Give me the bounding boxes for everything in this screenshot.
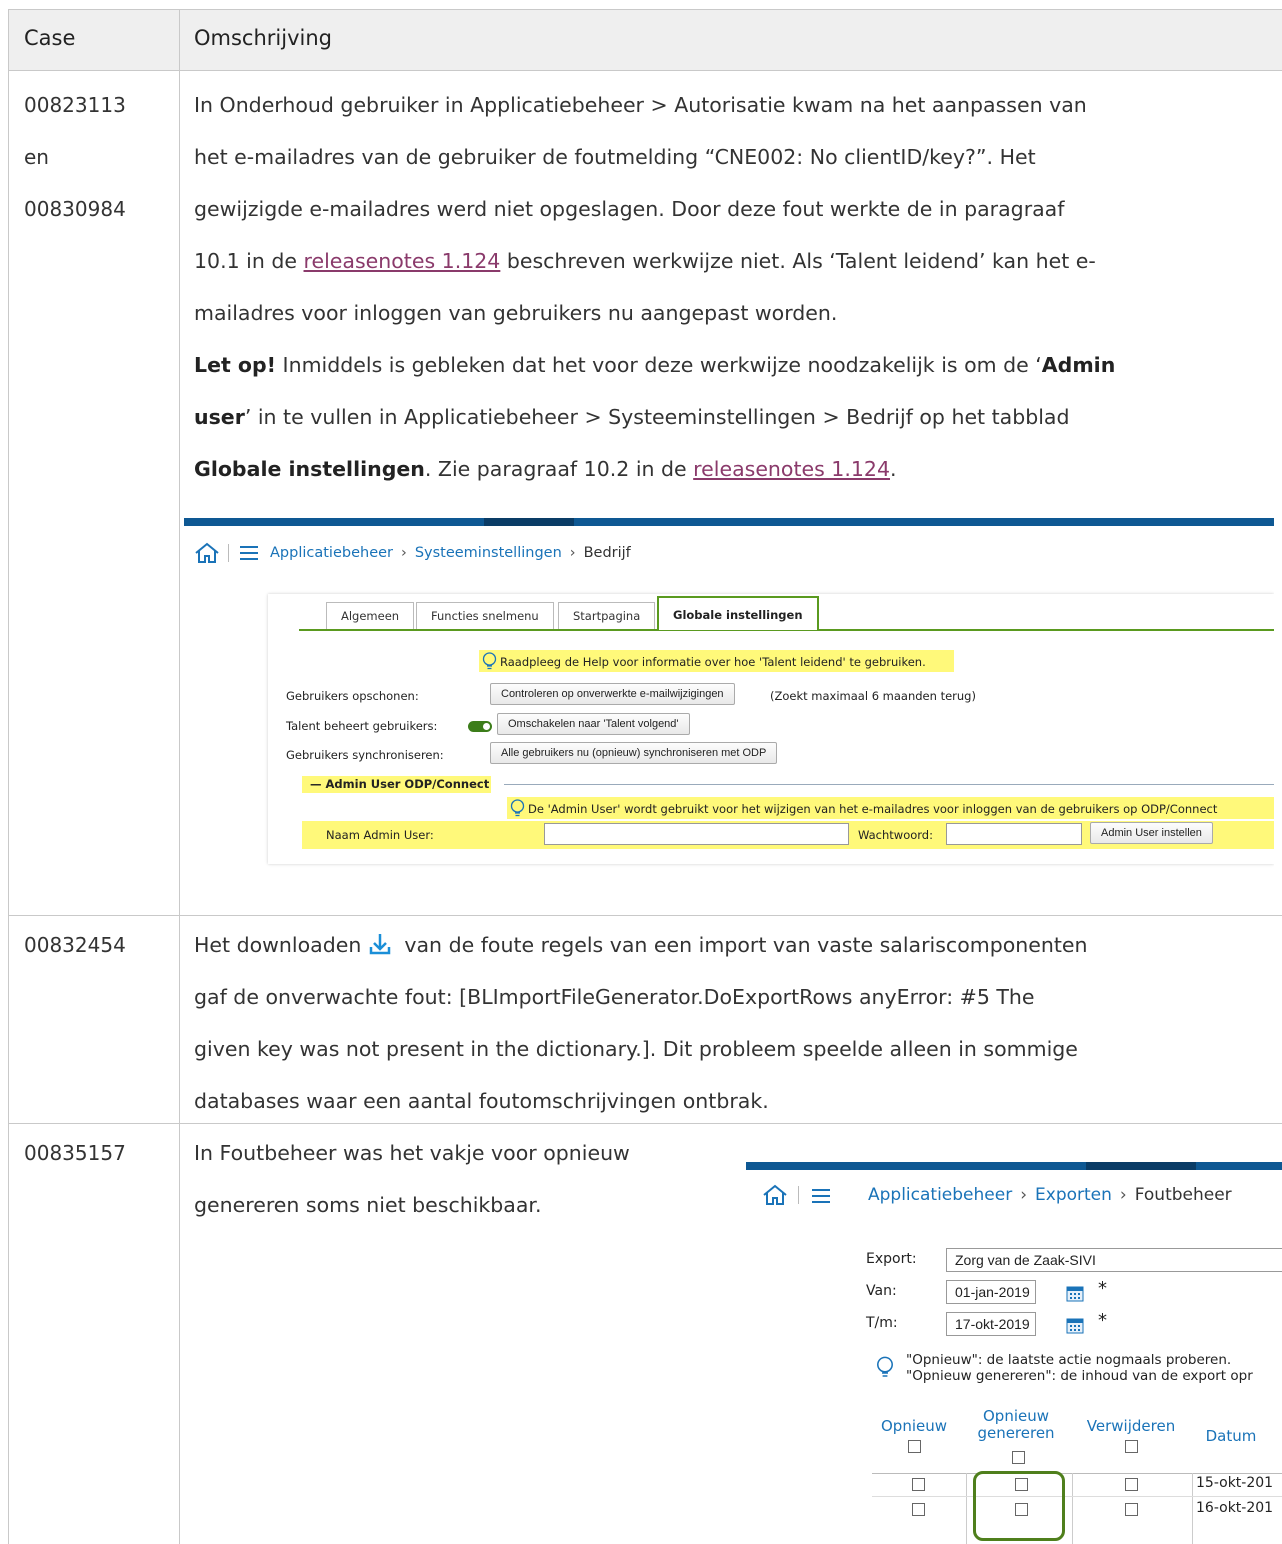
lightbulb-icon (877, 1356, 893, 1377)
lightbulb-icon (482, 652, 497, 670)
case-number: 00823113 en 00830984 (24, 93, 126, 221)
admin-user-set-button[interactable]: Admin User instellen (1090, 822, 1213, 844)
sync-label: Gebruikers synchroniseren: (286, 748, 444, 762)
screenshot-system-settings: Applicatiebeheer › Systeeminstellingen › Bed… (184, 518, 1274, 882)
from-date-input[interactable]: 01-jan-2019 (946, 1280, 1036, 1304)
case-number: 00832454 (24, 933, 126, 957)
breadcrumb-systeeminstellingen[interactable]: Systeeminstellingen (415, 545, 562, 561)
breadcrumb-foutbeheer: Foutbeheer (1134, 1185, 1232, 1205)
breadcrumb-applicatiebeheer[interactable]: Applicatiebeheer (270, 545, 393, 561)
section-rule (504, 784, 1274, 785)
home-icon[interactable] (762, 1184, 788, 1206)
col-divider (1072, 1473, 1073, 1544)
admin-name-input[interactable] (544, 823, 849, 845)
tab-algemeen[interactable]: Algemeen (326, 602, 415, 630)
tab-startpagina[interactable]: Startpagina (558, 602, 656, 630)
col-opnieuw-genereren[interactable]: Opnieuw genereren (966, 1408, 1066, 1442)
col-divider (1192, 1473, 1193, 1544)
verwijderen-checkbox[interactable] (1125, 1478, 1138, 1491)
talent-toggle[interactable] (468, 721, 492, 732)
releasenotes-link[interactable]: releasenotes 1.124 (693, 457, 890, 481)
breadcrumb-exporten[interactable]: Exporten (1035, 1185, 1112, 1205)
to-label: T/m: (866, 1315, 898, 1331)
section-title: — Admin User ODP/Connect (302, 776, 492, 793)
sync-users-button[interactable]: Alle gebruikers nu (opnieuw) synchronise… (490, 742, 778, 764)
verwijderen-checkbox[interactable] (1125, 1503, 1138, 1516)
row-divider (9, 915, 1282, 916)
column-divider (179, 10, 180, 1544)
required-marker: * (1098, 1278, 1107, 1299)
export-label: Export: (866, 1251, 917, 1267)
calendar-icon[interactable] (1066, 1284, 1084, 1302)
admin-name-label: Naam Admin User: (326, 828, 434, 842)
menu-icon[interactable] (240, 546, 258, 560)
row-rule (872, 1496, 1282, 1497)
admin-help-text: De 'Admin User' wordt gebruikt voor het … (528, 802, 1218, 816)
breadcrumb-bedrijf: Bedrijf (583, 545, 631, 561)
hint-line-2: "Opnieuw genereren": de inhoud van de ex… (906, 1368, 1253, 1384)
download-icon (369, 934, 391, 955)
breadcrumb-applicatiebeheer[interactable]: Applicatiebeheer (868, 1185, 1012, 1205)
separator (228, 544, 229, 562)
select-all-verwijderen-checkbox[interactable] (1125, 1440, 1138, 1453)
header-description: Omschrijving (194, 26, 332, 50)
screenshot-error-management: Applicatiebeheer › Exporten › Foutbeheer Exp… (746, 1162, 1282, 1544)
separator (798, 1186, 799, 1204)
top-bar (184, 518, 1274, 526)
case-number: 00835157 (24, 1141, 126, 1165)
case-description: In Onderhoud gebruiker in Applicatiebehe… (194, 93, 1116, 481)
check-email-changes-button[interactable]: Controleren op onverwerkte e-mailwijzigi… (490, 683, 735, 705)
opnieuw-checkbox[interactable] (912, 1478, 925, 1491)
opnieuw-checkbox[interactable] (912, 1503, 925, 1516)
to-date-input[interactable]: 17-okt-2019 (946, 1312, 1036, 1336)
header-case: Case (24, 26, 76, 50)
highlight-box (973, 1471, 1065, 1541)
col-divider (966, 1473, 967, 1544)
hint-line-1: "Opnieuw": de laatste actie nogmaals pro… (906, 1352, 1232, 1368)
export-field[interactable]: Zorg van de Zaak-SIVI (946, 1248, 1282, 1272)
releasenotes-link[interactable]: releasenotes 1.124 (304, 249, 501, 273)
table-header: Case Omschrijving (9, 10, 1282, 71)
cleanup-note: (Zoekt maximaal 6 maanden terug) (770, 689, 976, 703)
menu-icon[interactable] (812, 1189, 830, 1203)
col-opnieuw[interactable]: Opnieuw (874, 1418, 954, 1435)
col-verwijderen[interactable]: Verwijderen (1076, 1418, 1186, 1435)
breadcrumb: Applicatiebeheer › Systeeminstellingen › Bed… (270, 545, 631, 561)
date-cell: 15-okt-201 (1196, 1475, 1274, 1491)
select-all-opnieuw-checkbox[interactable] (908, 1440, 921, 1453)
top-bar (746, 1162, 1282, 1170)
cleanup-label: Gebruikers opschonen: (286, 689, 419, 703)
calendar-icon[interactable] (1066, 1316, 1084, 1334)
table-rule (872, 1473, 1282, 1474)
select-all-genereren-checkbox[interactable] (1012, 1451, 1025, 1464)
from-label: Van: (866, 1283, 897, 1299)
talent-label: Talent beheert gebruikers: (286, 719, 438, 733)
password-label: Wachtwoord: (858, 828, 933, 842)
password-input[interactable] (946, 823, 1082, 845)
tab-functies-snelmenu[interactable]: Functies snelmenu (416, 602, 554, 630)
switch-talent-button[interactable]: Omschakelen naar 'Talent volgend' (497, 713, 690, 735)
date-cell: 16-okt-201 (1196, 1500, 1274, 1516)
lightbulb-icon (510, 799, 525, 817)
col-datum[interactable]: Datum (1196, 1428, 1266, 1445)
case-description: In Foutbeheer was het vakje voor opnieuw… (194, 1141, 630, 1217)
tab-globale-instellingen[interactable]: Globale instellingen (657, 596, 819, 630)
home-icon[interactable] (194, 542, 220, 564)
case-description: Het downloaden van de foute regels van e… (194, 933, 1088, 1113)
help-text: Raadpleeg de Help voor informatie over h… (500, 655, 926, 669)
breadcrumb: Applicatiebeheer › Exporten › Foutbeheer (868, 1185, 1232, 1205)
required-marker: * (1098, 1310, 1107, 1331)
